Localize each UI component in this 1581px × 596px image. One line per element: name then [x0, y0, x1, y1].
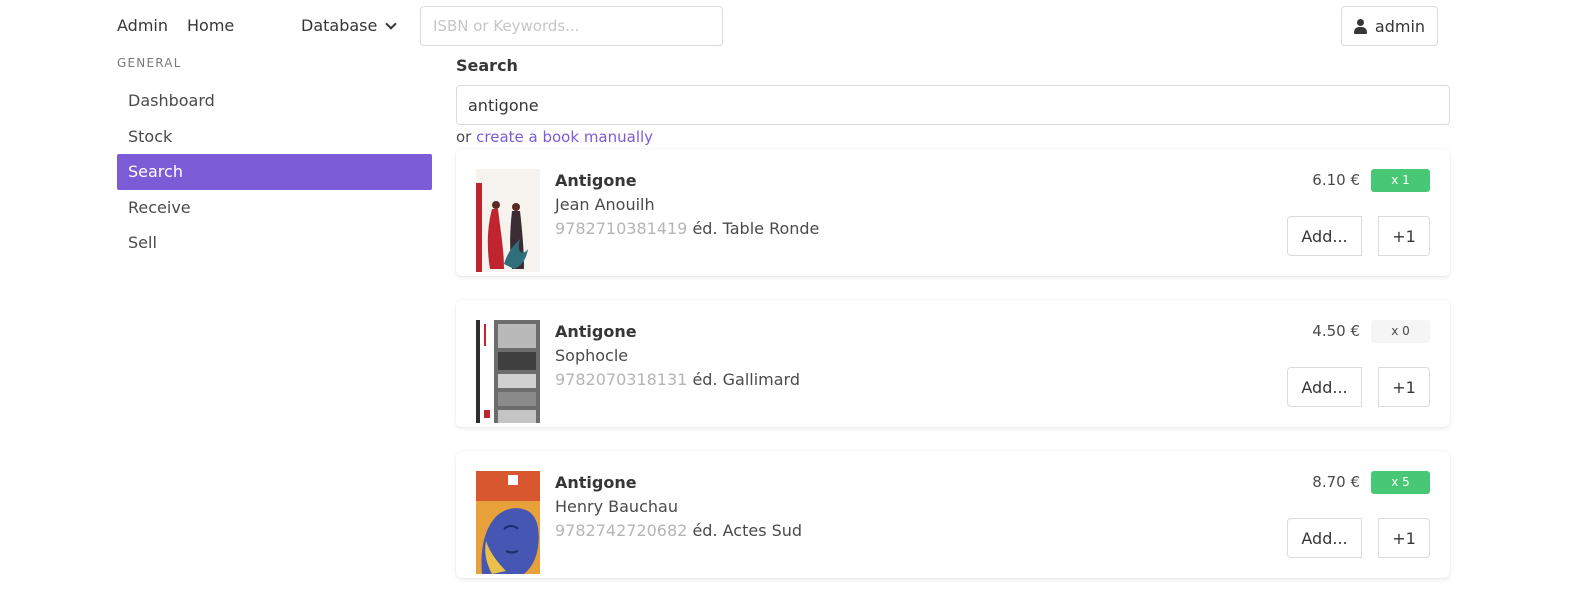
sidebar-menu: Dashboard Stock Search Receive Sell [117, 83, 432, 261]
nav-database-label: Database [301, 16, 378, 35]
book-isbn: 9782070318131 [555, 370, 688, 389]
book-author: Jean Anouilh [555, 195, 655, 214]
nav-admin-link[interactable]: Admin [117, 14, 168, 38]
user-icon [1353, 18, 1367, 34]
nav-database-dropdown[interactable]: Database [301, 14, 398, 38]
add-one-button[interactable]: +1 [1378, 518, 1430, 558]
book-publisher: éd. Gallimard [692, 370, 800, 389]
add-one-button[interactable]: +1 [1378, 216, 1430, 256]
nav-home-link[interactable]: Home [187, 14, 234, 38]
stock-badge: x 1 [1371, 169, 1430, 192]
result-card: Antigone Sophocle 9782070318131 éd. Gall… [456, 300, 1450, 427]
search-heading: Search [456, 56, 518, 75]
sidebar-item-dashboard[interactable]: Dashboard [117, 83, 432, 119]
result-card: Antigone Jean Anouilh 9782710381419 éd. … [456, 149, 1450, 276]
book-author: Henry Bauchau [555, 497, 678, 516]
add-button[interactable]: Add... [1287, 367, 1362, 407]
top-navbar: Admin Home Database admin [0, 0, 1581, 52]
book-cover-image [476, 471, 540, 574]
book-title: Antigone [555, 473, 637, 492]
add-button[interactable]: Add... [1287, 518, 1362, 558]
add-button[interactable]: Add... [1287, 216, 1362, 256]
book-publisher: éd. Table Ronde [692, 219, 820, 238]
create-book-line: or create a book manually [456, 128, 653, 146]
user-menu-button[interactable]: admin [1341, 6, 1438, 46]
create-book-link[interactable]: create a book manually [476, 128, 653, 146]
chevron-down-icon [385, 18, 398, 30]
book-publisher: éd. Actes Sud [692, 521, 803, 540]
book-cover-image [476, 320, 540, 423]
book-price: 4.50 € [1312, 322, 1360, 340]
stock-badge: x 0 [1371, 320, 1430, 343]
navbar-search-input[interactable] [420, 6, 723, 46]
result-card: Antigone Henry Bauchau 9782742720682 éd.… [456, 451, 1450, 578]
book-title: Antigone [555, 322, 637, 341]
book-isbn: 9782742720682 [555, 521, 688, 540]
stock-badge: x 5 [1371, 471, 1430, 494]
book-meta: 9782742720682 éd. Actes Sud [555, 521, 802, 540]
sidebar-item-sell[interactable]: Sell [117, 225, 432, 261]
sidebar-item-search[interactable]: Search [117, 154, 432, 190]
user-name: admin [1374, 16, 1426, 36]
sidebar-item-receive[interactable]: Receive [117, 190, 432, 226]
search-input[interactable] [456, 85, 1450, 125]
book-isbn: 9782710381419 [555, 219, 688, 238]
book-cover-image [476, 169, 540, 272]
sidebar-section-label: GENERAL [117, 56, 182, 70]
create-prefix: or [456, 128, 472, 146]
book-price: 8.70 € [1312, 473, 1360, 491]
book-author: Sophocle [555, 346, 629, 365]
book-meta: 9782070318131 éd. Gallimard [555, 370, 800, 389]
book-price: 6.10 € [1312, 171, 1360, 189]
add-one-button[interactable]: +1 [1378, 367, 1430, 407]
sidebar-item-stock[interactable]: Stock [117, 119, 432, 155]
book-meta: 9782710381419 éd. Table Ronde [555, 219, 819, 238]
book-title: Antigone [555, 171, 637, 190]
